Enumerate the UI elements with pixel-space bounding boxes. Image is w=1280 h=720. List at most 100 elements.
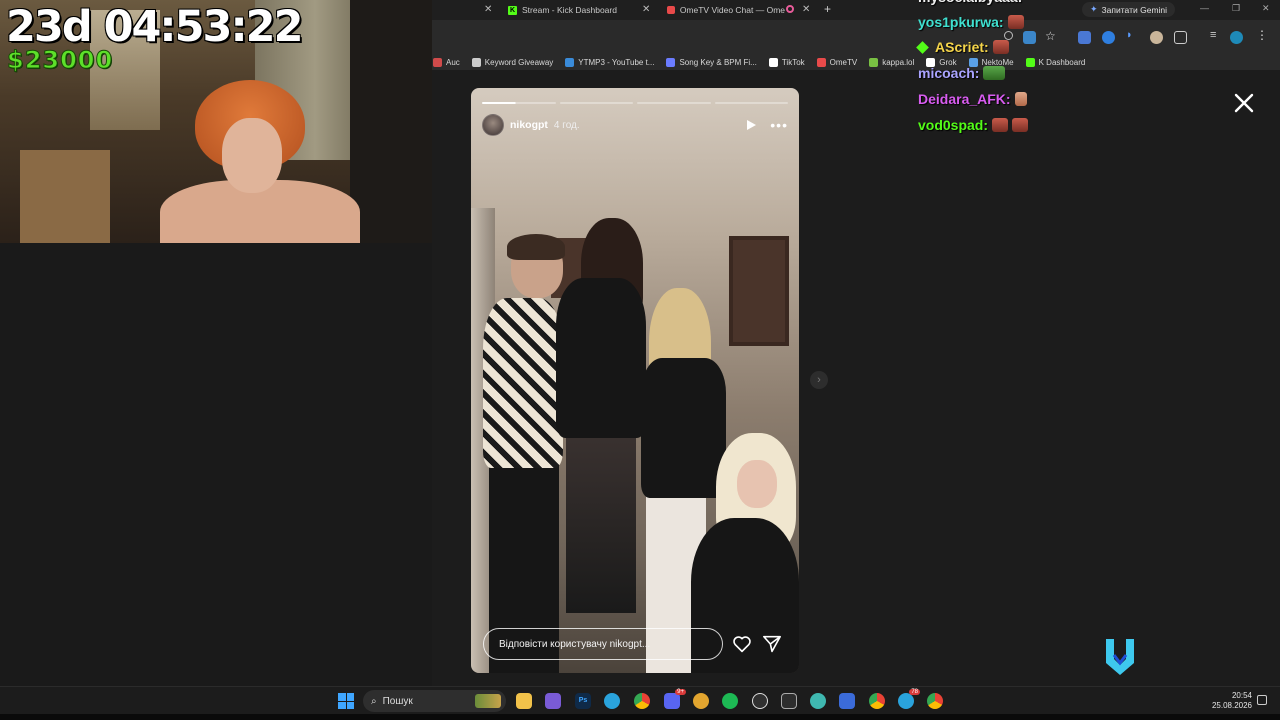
giveaway-icon <box>471 57 481 67</box>
windows-start-icon[interactable] <box>338 693 354 709</box>
extensions-puzzle-icon[interactable] <box>1174 31 1187 44</box>
notifications-icon[interactable] <box>1257 695 1267 705</box>
emote-icon <box>1012 118 1029 132</box>
next-story-button[interactable]: › <box>810 371 828 389</box>
bookmark-k-dashboard[interactable]: K Dashboard <box>1025 57 1086 67</box>
tab-label: OmeTV Video Chat — Ome <box>679 5 785 15</box>
story-timestamp: 4 год. <box>553 119 580 131</box>
kick-icon: K <box>508 5 517 15</box>
chat-message: AScriet: <box>916 38 1009 56</box>
photoshop-icon[interactable]: Ps <box>575 693 591 709</box>
bookmarks-bar: Auc Keyword Giveaway YTMP3 - YouTube t..… <box>432 54 1280 70</box>
profile-avatar[interactable] <box>1230 31 1243 44</box>
bookmark-tiktok[interactable]: TikTok <box>768 57 805 67</box>
webcam-box <box>20 150 110 243</box>
extension-face-icon[interactable] <box>1150 31 1163 44</box>
bookmark-label: kappa.lol <box>882 57 915 67</box>
spotify-icon[interactable] <box>722 693 738 709</box>
story-photo-person <box>507 234 565 260</box>
story-photo-person <box>641 358 726 498</box>
kappa-icon <box>869 57 879 67</box>
wave-icon[interactable]: ◗ <box>1126 29 1139 42</box>
webcam-shadow <box>350 0 432 243</box>
play-icon[interactable] <box>747 120 757 130</box>
close-window-icon[interactable]: ✕ <box>1262 3 1270 14</box>
channel-logo-icon <box>1106 639 1134 675</box>
donation-total: $23000 <box>6 46 114 74</box>
close-tab-icon[interactable]: ✕ <box>802 4 810 15</box>
bookmark-kappa[interactable]: kappa.lol <box>869 57 915 67</box>
bookmark-label: Song Key & BPM Fi... <box>679 57 757 67</box>
tab-kick-dashboard[interactable]: K Stream - Kick Dashboard <box>508 3 638 17</box>
story-progress-segment <box>637 102 711 104</box>
ytmp3-icon <box>565 57 575 67</box>
browser-tabstrip: ✕ K Stream - Kick Dashboard ✕ OmeTV Vide… <box>432 0 1280 20</box>
bookmark-ometv[interactable]: OmeTV <box>816 57 857 67</box>
chat-username: AScriet: <box>935 39 989 55</box>
clock-date: 25.08.2026 <box>1211 701 1252 710</box>
app-icon[interactable] <box>693 693 709 709</box>
song-key-icon <box>666 57 676 67</box>
bookmark-auc[interactable]: Auc <box>433 57 460 67</box>
close-icon[interactable] <box>1233 92 1255 114</box>
bookmark-label: Keyword Giveaway <box>484 57 554 67</box>
taskbar-search[interactable]: ⌕ Пошук <box>363 690 506 712</box>
telegram-icon[interactable]: 78 <box>898 689 920 709</box>
translate-icon[interactable] <box>1078 31 1091 44</box>
kick-icon <box>1025 57 1035 67</box>
app-icon[interactable] <box>781 693 797 709</box>
tiktok-icon <box>768 57 778 67</box>
discord-icon[interactable]: 9+ <box>664 689 686 709</box>
chrome-icon[interactable] <box>927 693 943 709</box>
webcam-feed: 23d 04:53:22 $23000 <box>0 0 432 243</box>
search-highlight-icon <box>475 694 501 708</box>
taskbar-clock[interactable]: 20:54 25.08.2026 <box>1210 691 1252 711</box>
subathon-timer: 23d 04:53:22 <box>6 2 303 52</box>
chat-message: Deidara_AFK: <box>918 90 1027 108</box>
story-photo-person <box>737 460 777 508</box>
story-viewer[interactable]: nikogpt 4 год. ••• Відповісти користувач… <box>471 88 799 673</box>
reading-list-icon[interactable]: ≡ <box>1210 29 1223 42</box>
chrome-icon[interactable] <box>869 693 885 709</box>
maximize-icon[interactable]: ❐ <box>1232 3 1240 14</box>
story-avatar[interactable] <box>482 114 504 136</box>
ask-gemini-button[interactable]: ✦ Запитати Gemini <box>1082 2 1176 17</box>
ometv-icon <box>816 57 826 67</box>
close-tab-icon[interactable]: ✕ <box>642 4 650 15</box>
bookmark-song-key[interactable]: Song Key & BPM Fi... <box>666 57 757 67</box>
story-username[interactable]: nikogpt <box>510 119 548 131</box>
diamond-badge-icon <box>916 40 929 54</box>
chat-message: micoach: <box>918 64 1006 82</box>
new-tab-button[interactable]: + <box>824 2 831 16</box>
extension-blue-icon[interactable] <box>1102 31 1115 44</box>
bookmark-ytmp3[interactable]: YTMP3 - YouTube t... <box>565 57 654 67</box>
chat-username: micoach: <box>918 65 980 81</box>
emote-icon <box>1014 92 1027 106</box>
screen-bottom-edge <box>0 714 1280 720</box>
menu-kebab-icon[interactable]: ⋮ <box>1256 28 1269 42</box>
obs-icon[interactable] <box>752 693 768 709</box>
app-icon[interactable] <box>545 693 561 709</box>
close-tab-icon[interactable]: ✕ <box>484 4 492 15</box>
gemini-icon: ✦ <box>1090 4 1098 14</box>
file-explorer-icon[interactable] <box>516 693 532 709</box>
telegram-badge: 78 <box>909 689 920 695</box>
heart-icon[interactable] <box>732 635 752 653</box>
more-options-icon[interactable]: ••• <box>770 118 788 132</box>
bookmark-keyword-giveaway[interactable]: Keyword Giveaway <box>471 57 554 67</box>
screenshot-icon[interactable] <box>1023 31 1036 44</box>
bookmark-star-icon[interactable]: ☆ <box>1045 29 1058 43</box>
bookmark-label: TikTok <box>781 57 805 67</box>
bookmark-label: K Dashboard <box>1038 57 1086 67</box>
minimize-icon[interactable]: — <box>1200 3 1209 13</box>
chrome-icon[interactable] <box>634 693 650 709</box>
telegram-icon[interactable] <box>604 693 620 709</box>
send-icon[interactable] <box>762 635 782 653</box>
tab-ometv[interactable]: OmeTV Video Chat — Ome <box>667 3 785 17</box>
emote-icon <box>1007 15 1024 29</box>
story-reply-input[interactable]: Відповісти користувачу nikogpt... <box>483 628 723 660</box>
app-icon[interactable] <box>839 693 855 709</box>
tab-label: Stream - Kick Dashboard <box>522 5 617 15</box>
app-icon[interactable] <box>810 693 826 709</box>
story-actions: ••• <box>747 118 788 132</box>
